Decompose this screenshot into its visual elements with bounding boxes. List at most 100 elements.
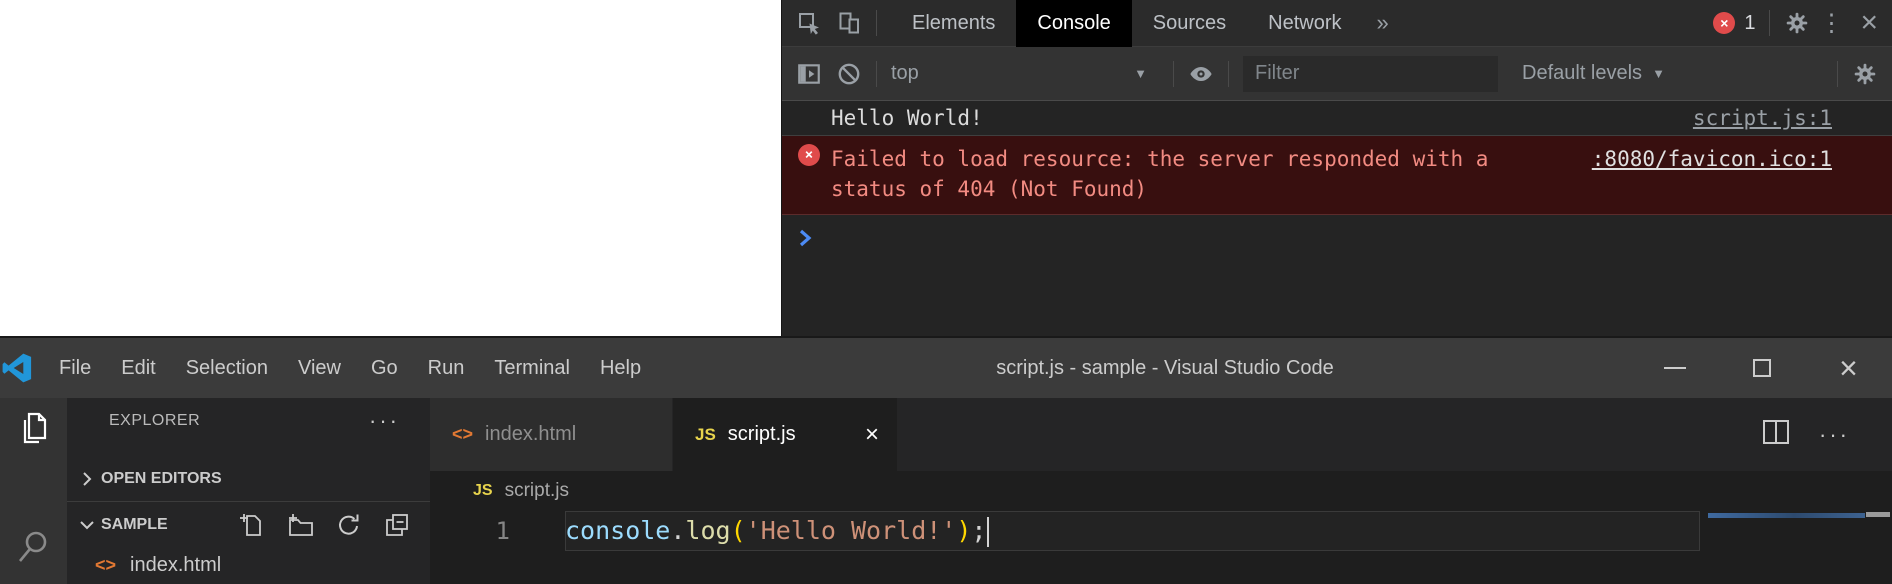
tab-close-icon[interactable]: × bbox=[865, 421, 897, 449]
window-title: script.js - sample - Visual Studio Code bbox=[900, 357, 1430, 380]
maximize-button[interactable] bbox=[1718, 338, 1805, 398]
divider bbox=[1837, 61, 1838, 87]
error-source-link[interactable]: :8080/favicon.ico:1 bbox=[1592, 144, 1832, 174]
inspect-element-icon[interactable] bbox=[796, 10, 822, 36]
line-number: 1 bbox=[430, 517, 565, 545]
tab-script-js[interactable]: JS script.js × bbox=[673, 398, 897, 471]
breadcrumb[interactable]: JS script.js bbox=[430, 471, 1892, 511]
overview-ruler-mark bbox=[1866, 512, 1890, 517]
vscode-title-bar: File Edit Selection View Go Run Terminal… bbox=[0, 338, 1892, 398]
tab-sources[interactable]: Sources bbox=[1132, 0, 1247, 47]
menu-item-terminal[interactable]: Terminal bbox=[479, 338, 585, 398]
vscode-logo-icon bbox=[2, 351, 32, 385]
folder-name-label: SAMPLE bbox=[101, 516, 168, 534]
vscode-window: File Edit Selection View Go Run Terminal… bbox=[0, 336, 1892, 582]
log-levels-label: Default levels bbox=[1522, 62, 1642, 85]
open-editors-label: OPEN EDITORS bbox=[101, 470, 222, 488]
log-levels-select[interactable]: Default levels ▼ bbox=[1522, 62, 1665, 85]
code-line-1: 1 console.log('Hello World!'); bbox=[430, 511, 989, 551]
minimap[interactable] bbox=[1708, 513, 1865, 518]
chevron-down-icon bbox=[77, 515, 97, 535]
window-controls: × bbox=[1631, 338, 1892, 398]
sidebar-header: EXPLORER ··· bbox=[67, 398, 430, 444]
collapse-all-icon[interactable] bbox=[384, 512, 410, 538]
close-icon: × bbox=[1839, 353, 1858, 383]
breadcrumb-file-label: script.js bbox=[505, 480, 569, 502]
divider bbox=[876, 61, 877, 87]
prompt-chevron-icon bbox=[799, 227, 813, 257]
live-expression-eye-icon[interactable] bbox=[1188, 61, 1214, 87]
editor-tab-bar: <> index.html JS script.js × ··· bbox=[430, 398, 1892, 471]
clear-console-icon[interactable] bbox=[836, 61, 862, 87]
settings-gear-icon[interactable] bbox=[1784, 10, 1810, 36]
new-folder-icon[interactable] bbox=[286, 512, 314, 538]
more-tabs-icon[interactable]: » bbox=[1363, 10, 1403, 36]
html-file-icon: <> bbox=[452, 424, 473, 445]
tab-index-html[interactable]: <> index.html bbox=[430, 398, 673, 471]
filter-input[interactable] bbox=[1243, 56, 1498, 92]
editor-more-actions-icon[interactable]: ··· bbox=[1819, 422, 1850, 448]
editor-actions: ··· bbox=[1761, 398, 1892, 471]
minimize-icon bbox=[1664, 367, 1686, 369]
sidebar-more-actions-icon[interactable]: ··· bbox=[369, 408, 430, 434]
tab-network[interactable]: Network bbox=[1247, 0, 1362, 47]
devtools-panel: Elements Console Sources Network » × 1 ⋮… bbox=[781, 0, 1892, 336]
explorer-actions bbox=[238, 512, 430, 538]
menu-item-file[interactable]: File bbox=[44, 338, 106, 398]
browser-viewport bbox=[0, 0, 781, 336]
code-text: console.log('Hello World!'); bbox=[565, 516, 989, 547]
maximize-icon bbox=[1753, 359, 1771, 377]
console-settings-gear-icon[interactable] bbox=[1852, 61, 1878, 87]
tab-console[interactable]: Console bbox=[1016, 0, 1131, 47]
explorer-activity-icon[interactable] bbox=[0, 398, 67, 460]
sidebar-item-index-html[interactable]: <> index.html bbox=[67, 547, 430, 584]
tab-label: script.js bbox=[728, 423, 796, 446]
close-button[interactable]: × bbox=[1805, 338, 1892, 398]
kebab-menu-icon[interactable]: ⋮ bbox=[1819, 9, 1843, 38]
menu-item-help[interactable]: Help bbox=[585, 338, 656, 398]
refresh-icon[interactable] bbox=[336, 512, 362, 538]
device-toolbar-icon[interactable] bbox=[836, 10, 862, 36]
chevron-right-icon bbox=[77, 469, 97, 489]
console-prompt-row[interactable] bbox=[782, 215, 1892, 224]
error-count: 1 bbox=[1744, 12, 1755, 35]
menu-item-view[interactable]: View bbox=[283, 338, 356, 398]
console-log-text: Hello World! bbox=[831, 103, 983, 133]
tab-elements[interactable]: Elements bbox=[891, 0, 1016, 47]
divider bbox=[876, 10, 877, 36]
console-sidebar-icon[interactable] bbox=[796, 61, 822, 87]
divider bbox=[1173, 61, 1174, 87]
error-badge-icon[interactable]: × bbox=[1713, 12, 1735, 34]
menu-item-go[interactable]: Go bbox=[356, 338, 413, 398]
minimize-button[interactable] bbox=[1631, 338, 1718, 398]
menu-item-run[interactable]: Run bbox=[413, 338, 480, 398]
split-editor-icon[interactable] bbox=[1761, 418, 1791, 451]
new-file-icon[interactable] bbox=[238, 512, 264, 538]
folder-section[interactable]: SAMPLE bbox=[67, 502, 430, 547]
open-editors-section[interactable]: OPEN EDITORS bbox=[67, 458, 430, 503]
menu-item-edit[interactable]: Edit bbox=[106, 338, 170, 398]
error-circle-icon: × bbox=[798, 144, 820, 166]
sidebar-title: EXPLORER bbox=[109, 412, 200, 430]
console-log-row: Hello World! script.js:1 bbox=[782, 101, 1892, 136]
log-source-link[interactable]: script.js:1 bbox=[1693, 103, 1832, 133]
devtools-close-icon[interactable]: × bbox=[1860, 10, 1878, 36]
js-file-icon: JS bbox=[473, 482, 493, 500]
html-file-icon: <> bbox=[95, 555, 116, 576]
devtools-tabbar-right: × 1 ⋮ × bbox=[1713, 9, 1892, 38]
file-name-label: index.html bbox=[130, 554, 221, 577]
devtools-tab-bar: Elements Console Sources Network » × 1 ⋮… bbox=[782, 0, 1892, 47]
js-file-icon: JS bbox=[695, 425, 716, 445]
frame-context-select[interactable]: top ▼ bbox=[891, 62, 1159, 85]
tab-label: index.html bbox=[485, 423, 576, 446]
search-activity-icon[interactable] bbox=[0, 516, 67, 578]
text-cursor bbox=[987, 517, 989, 547]
chevron-down-icon: ▼ bbox=[1134, 66, 1159, 81]
explorer-sidebar: EXPLORER ··· OPEN EDITORS SAMPLE bbox=[67, 398, 430, 584]
menu-item-selection[interactable]: Selection bbox=[171, 338, 283, 398]
divider bbox=[1769, 10, 1770, 36]
code-editor[interactable]: 1 console.log('Hello World!'); bbox=[430, 511, 1892, 584]
activity-bar bbox=[0, 398, 67, 584]
chevron-down-icon: ▼ bbox=[1652, 66, 1665, 81]
frame-context-label: top bbox=[891, 62, 919, 85]
